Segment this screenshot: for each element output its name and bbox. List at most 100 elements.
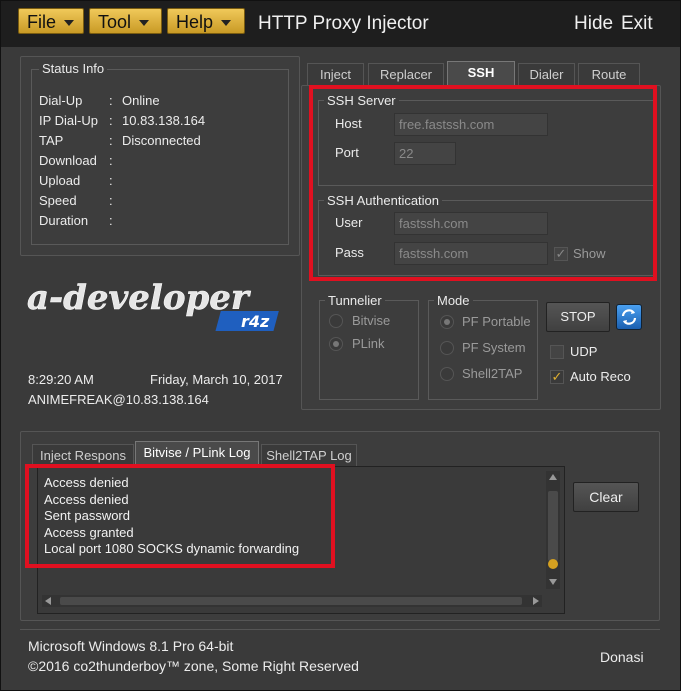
tab-inject[interactable]: Inject bbox=[307, 63, 364, 85]
mode-title: Mode bbox=[434, 293, 473, 308]
clock-date: Friday, March 10, 2017 bbox=[150, 372, 283, 387]
hide-button[interactable]: Hide bbox=[574, 13, 613, 35]
pass-label: Pass bbox=[335, 245, 364, 260]
status-label-ipdialup: IP Dial-Up bbox=[39, 113, 99, 128]
colon: : bbox=[109, 93, 113, 108]
pf-portable-label: PF Portable bbox=[462, 314, 531, 329]
chevron-down-icon bbox=[221, 20, 232, 27]
user-label: User bbox=[335, 215, 363, 230]
log-line: Access granted bbox=[44, 524, 134, 540]
status-label-upload: Upload bbox=[39, 173, 81, 188]
shell2tap-label: Shell2TAP bbox=[462, 366, 523, 381]
scroll-up-icon[interactable] bbox=[549, 474, 557, 480]
tunnelier-title: Tunnelier bbox=[325, 293, 385, 308]
pass-input[interactable]: fastssh.com bbox=[394, 242, 548, 265]
bitvise-label: Bitvise bbox=[352, 313, 391, 328]
copyright: ©2016 co2thunderboy™ zone, Some Right Re… bbox=[28, 658, 359, 674]
tab-replacer[interactable]: Replacer bbox=[368, 63, 444, 85]
log-line: Local port 1080 SOCKS dynamic forwarding bbox=[44, 541, 300, 556]
app-window: File Tool Help HTTP Proxy Injector Hide … bbox=[0, 0, 681, 691]
scroll-left-icon[interactable] bbox=[45, 597, 51, 605]
pf-system-label: PF System bbox=[462, 340, 526, 355]
refresh-icon[interactable] bbox=[616, 304, 642, 330]
chevron-down-icon bbox=[139, 20, 150, 27]
ssh-auth-title: SSH Authentication bbox=[324, 193, 443, 208]
status-panel: Status Info Dial-Up IP Dial-Up TAP Downl… bbox=[20, 56, 300, 256]
radio-plink[interactable] bbox=[329, 337, 343, 351]
colon: : bbox=[109, 113, 113, 128]
tab-shell2tap-log[interactable]: Shell2TAP Log bbox=[261, 444, 357, 466]
tool-menu[interactable]: Tool bbox=[89, 8, 162, 34]
colon: : bbox=[109, 133, 113, 148]
status-label-download: Download bbox=[39, 153, 97, 168]
status-label-dialup: Dial-Up bbox=[39, 93, 83, 108]
log-lines: Access denied Access denied Sent passwor… bbox=[44, 475, 299, 558]
tool-menu-label: Tool bbox=[98, 12, 132, 32]
colon: : bbox=[109, 193, 113, 208]
donasi-link[interactable]: Donasi bbox=[600, 649, 644, 665]
help-menu[interactable]: Help bbox=[167, 8, 245, 34]
scroll-down-icon[interactable] bbox=[549, 579, 557, 585]
tab-dialer[interactable]: Dialer bbox=[518, 63, 575, 85]
radio-bitvise[interactable] bbox=[329, 314, 343, 328]
ssh-server-title: SSH Server bbox=[324, 93, 399, 108]
host-input[interactable]: free.fastssh.com bbox=[394, 113, 548, 136]
colon: : bbox=[109, 173, 113, 188]
auto-reco-label: Auto Reco bbox=[570, 369, 631, 384]
svg-text:a-developer: a-developer bbox=[27, 278, 251, 318]
log-line: Sent password bbox=[44, 508, 130, 523]
log-line: Access denied bbox=[44, 475, 129, 490]
logo-graphic: a-developer r4z bbox=[27, 278, 279, 331]
radio-pf-portable[interactable] bbox=[440, 315, 454, 329]
stop-button[interactable]: STOP bbox=[546, 302, 610, 332]
colon: : bbox=[109, 213, 113, 228]
radio-shell2tap[interactable] bbox=[440, 367, 454, 381]
title-bar: File Tool Help HTTP Proxy Injector Hide … bbox=[1, 1, 680, 47]
tab-inject-respons[interactable]: Inject Respons bbox=[32, 444, 134, 466]
footer: Microsoft Windows 8.1 Pro 64-bit ©2016 c… bbox=[20, 629, 660, 680]
scroll-knob-icon bbox=[548, 559, 558, 569]
scroll-thumb[interactable] bbox=[548, 491, 558, 561]
show-password-label: Show bbox=[573, 246, 606, 261]
clear-button[interactable]: Clear bbox=[573, 482, 639, 512]
horizontal-scrollbar[interactable] bbox=[42, 595, 542, 607]
status-label-duration: Duration bbox=[39, 213, 89, 228]
chevron-down-icon bbox=[64, 20, 75, 27]
exit-button[interactable]: Exit bbox=[621, 13, 653, 35]
tab-plink-log[interactable]: Bitvise / PLink Log bbox=[135, 441, 259, 466]
port-label: Port bbox=[335, 145, 359, 160]
log-area[interactable]: Access denied Access denied Sent passwor… bbox=[37, 466, 565, 614]
user-address: ANIMEFREAK@10.83.138.164 bbox=[28, 392, 209, 407]
tab-route[interactable]: Route bbox=[578, 63, 640, 85]
ssh-tab-panel: SSH Server Host free.fastssh.com Port 22… bbox=[301, 85, 661, 410]
svg-text:r4z: r4z bbox=[241, 312, 270, 331]
user-input[interactable]: fastssh.com bbox=[394, 212, 548, 235]
tab-ssh[interactable]: SSH bbox=[447, 61, 515, 85]
status-title: Status Info bbox=[39, 61, 108, 76]
help-menu-label: Help bbox=[176, 12, 214, 32]
show-password-checkbox[interactable]: ✓ bbox=[554, 247, 568, 261]
plink-label: PLink bbox=[352, 336, 385, 351]
radio-pf-system[interactable] bbox=[440, 341, 454, 355]
clock-time: 8:29:20 AM bbox=[28, 372, 94, 387]
file-menu[interactable]: File bbox=[18, 8, 84, 34]
host-label: Host bbox=[335, 116, 362, 131]
status-label-speed: Speed bbox=[39, 193, 77, 208]
auto-reco-checkbox[interactable]: ✓ bbox=[550, 370, 564, 384]
refresh-glyph bbox=[621, 309, 637, 325]
file-menu-label: File bbox=[27, 12, 57, 32]
udp-checkbox[interactable] bbox=[550, 345, 564, 359]
status-label-tap: TAP bbox=[39, 133, 64, 148]
log-line: Access denied bbox=[44, 491, 129, 507]
port-input[interactable]: 22 bbox=[394, 142, 456, 165]
developer-logo: a-developer r4z bbox=[23, 273, 293, 333]
status-value-dialup: Online bbox=[122, 93, 160, 108]
udp-label: UDP bbox=[570, 344, 598, 359]
hscroll-thumb[interactable] bbox=[60, 597, 522, 605]
window-title: HTTP Proxy Injector bbox=[258, 13, 429, 34]
status-value-ipdialup: 10.83.138.164 bbox=[122, 113, 206, 128]
os-info: Microsoft Windows 8.1 Pro 64-bit bbox=[28, 638, 234, 654]
colon: : bbox=[109, 153, 113, 168]
vertical-scrollbar[interactable] bbox=[546, 471, 560, 589]
scroll-right-icon[interactable] bbox=[533, 597, 539, 605]
